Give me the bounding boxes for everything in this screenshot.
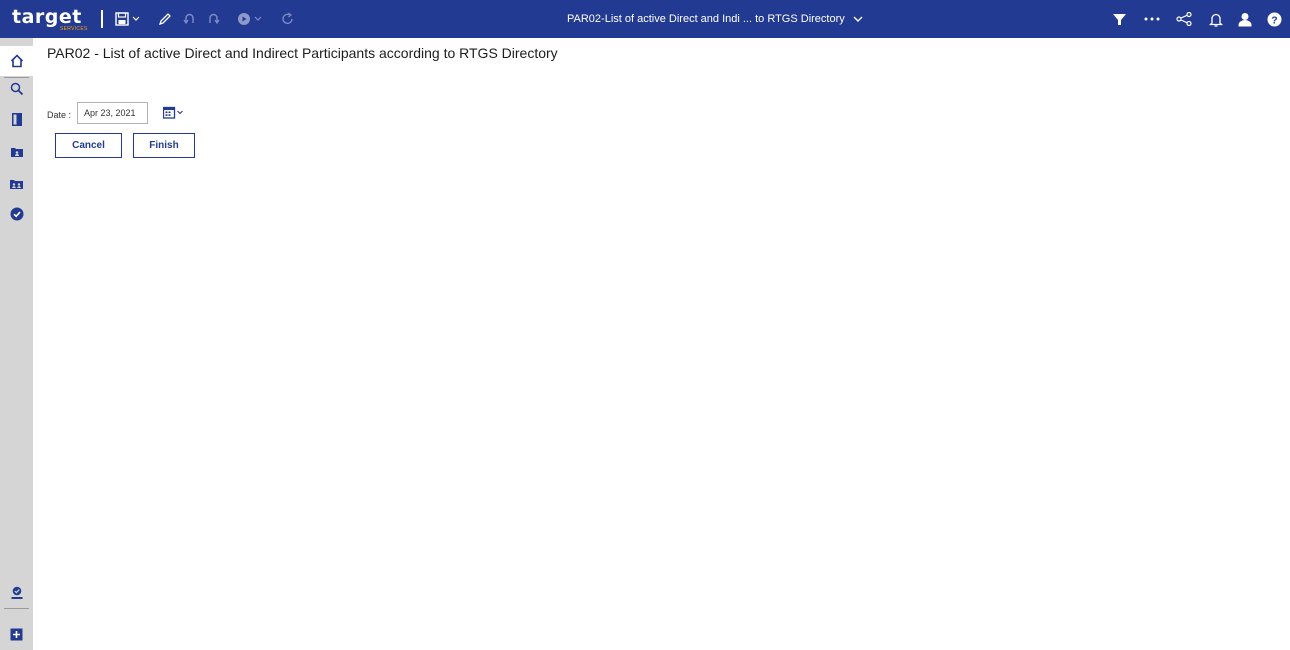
- left-sidebar: [0, 38, 33, 650]
- chevron-down-icon: [132, 16, 140, 21]
- check-circle-icon: [10, 207, 23, 221]
- chevron-down-icon: [853, 16, 863, 22]
- cancel-button[interactable]: Cancel: [55, 133, 122, 158]
- share-button[interactable]: [1172, 0, 1196, 38]
- window-title: PAR02-List of active Direct and Indi ...…: [567, 13, 845, 25]
- finish-button[interactable]: Finish: [133, 133, 195, 158]
- redo-icon: [209, 13, 220, 25]
- notifications-button[interactable]: [1204, 0, 1228, 38]
- sidebar-item-content[interactable]: [0, 104, 33, 134]
- account-icon: [11, 586, 22, 599]
- help-icon: ?: [1267, 12, 1281, 26]
- page-title: PAR02 - List of active Direct and Indire…: [47, 45, 558, 61]
- window-title-dropdown[interactable]: PAR02-List of active Direct and Indi ...…: [567, 0, 863, 38]
- share-icon: [1176, 12, 1192, 26]
- refresh-icon: [282, 12, 293, 24]
- date-field[interactable]: Apr 23, 2021: [77, 102, 148, 124]
- chevron-down-icon: [177, 110, 183, 114]
- more-options-button[interactable]: [1140, 0, 1164, 38]
- top-toolbar: target SERVICES PAR02-List of active Dir…: [0, 0, 1290, 38]
- help-button[interactable]: ?: [1262, 0, 1286, 38]
- refresh-button[interactable]: [278, 0, 298, 38]
- run-menu-button[interactable]: [253, 0, 263, 38]
- filter-icon: [1112, 13, 1126, 25]
- save-menu-button[interactable]: [130, 0, 142, 38]
- undo-icon: [183, 13, 194, 25]
- home-icon: [10, 54, 23, 68]
- edit-button[interactable]: [154, 0, 176, 38]
- save-icon: [115, 12, 129, 26]
- sidebar-item-home[interactable]: [0, 46, 33, 76]
- new-icon: [10, 628, 23, 640]
- edit-pencil-icon: [158, 13, 171, 26]
- filter-button[interactable]: [1107, 0, 1131, 38]
- logo-divider: [101, 10, 103, 28]
- date-label: Date :: [47, 110, 72, 120]
- date-picker-button[interactable]: [163, 103, 185, 121]
- calendar-icon: [163, 106, 176, 119]
- sidebar-item-tasks[interactable]: [0, 199, 33, 229]
- sidebar-divider: [4, 608, 29, 609]
- logo-subtext: SERVICES: [60, 26, 88, 32]
- user-menu-button[interactable]: [1233, 0, 1257, 38]
- notification-bell-icon: [1209, 13, 1223, 27]
- svg-text:?: ?: [1271, 14, 1277, 26]
- team-content-icon: [10, 148, 23, 157]
- run-icon: [238, 13, 250, 25]
- run-button[interactable]: [234, 0, 254, 38]
- redo-button[interactable]: [203, 0, 225, 38]
- user-icon: [1238, 12, 1252, 26]
- chevron-down-icon: [254, 16, 262, 21]
- sidebar-item-new[interactable]: [0, 619, 33, 649]
- sidebar-item-search[interactable]: [0, 74, 33, 104]
- content-icon: [11, 112, 22, 126]
- undo-button[interactable]: [178, 0, 200, 38]
- sidebar-item-account[interactable]: [0, 578, 33, 608]
- sidebar-item-team-content[interactable]: [0, 137, 33, 167]
- more-options-icon: [1144, 17, 1160, 21]
- search-icon: [10, 82, 23, 96]
- my-content-icon: [10, 180, 23, 189]
- sidebar-item-my-content[interactable]: [0, 169, 33, 199]
